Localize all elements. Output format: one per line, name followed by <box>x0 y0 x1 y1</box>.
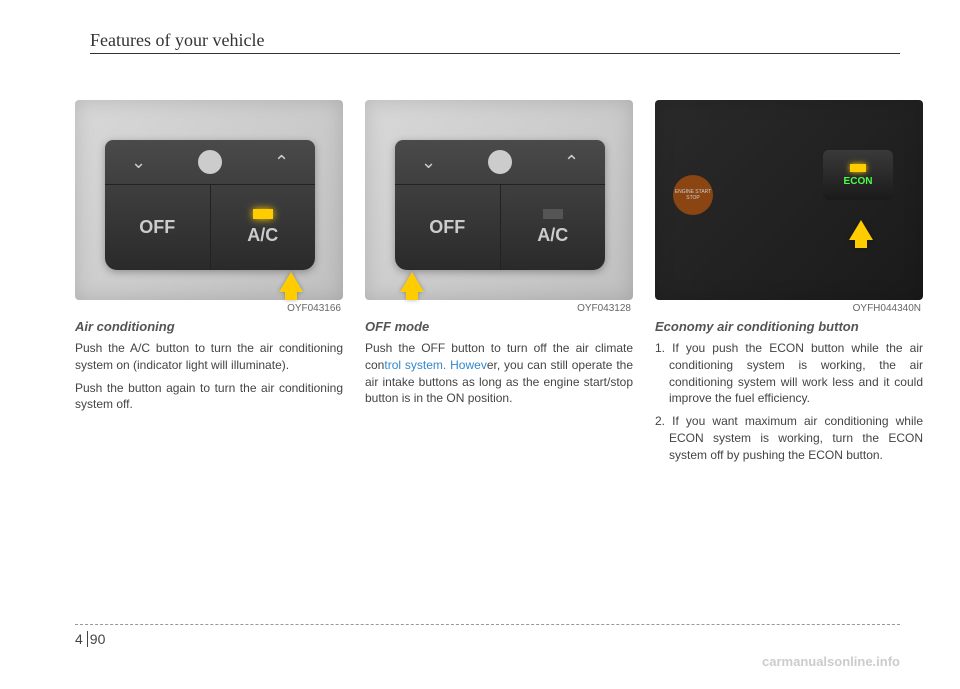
control-panel: ⌄ ⌃ OFF A/C <box>105 140 315 270</box>
chevron-down-icon: ⌄ <box>131 152 146 173</box>
column-economy-ac: ENGINE START STOP ECON OYFH044340N Econo… <box>655 100 923 470</box>
off-label: OFF <box>139 217 175 238</box>
ac-indicator-light-off <box>543 209 563 219</box>
econ-indicator-light <box>850 164 866 172</box>
off-label: OFF <box>429 217 465 238</box>
list-item: 1. If you push the ECON button while the… <box>655 340 923 407</box>
page-header: Features of your vehicle <box>90 30 900 54</box>
ac-indicator-light <box>253 209 273 219</box>
paragraph: Push the OFF button to turn off the air … <box>365 340 633 407</box>
off-button: OFF <box>105 185 211 270</box>
page-footer: 490 <box>75 624 900 649</box>
list-item: 2. If you want maximum air conditioning … <box>655 413 923 463</box>
fan-icon <box>488 150 512 174</box>
arrow-pointer-icon <box>279 272 303 292</box>
column-air-conditioning: ⌄ ⌃ OFF A/C OYF043166 Air conditioning P <box>75 100 343 470</box>
arrow-pointer-icon <box>400 272 424 292</box>
page-number-value: 90 <box>90 631 106 647</box>
off-button: OFF <box>395 185 501 270</box>
fan-icon <box>198 150 222 174</box>
chevron-down-icon: ⌄ <box>421 152 436 173</box>
ac-button: A/C <box>501 185 606 270</box>
image-code: OYF043128 <box>365 303 633 314</box>
section-title: OFF mode <box>365 319 633 334</box>
ac-panel-image: ⌄ ⌃ OFF A/C <box>75 100 343 300</box>
arrow-pointer-icon <box>849 220 873 240</box>
off-panel-image: ⌄ ⌃ OFF A/C <box>365 100 633 300</box>
fan-control-row: ⌄ ⌃ <box>105 140 315 185</box>
econ-panel-image: ENGINE START STOP ECON <box>655 100 923 300</box>
column-off-mode: ⌄ ⌃ OFF A/C OYF043128 OFF mode Pu <box>365 100 633 470</box>
page-title: Features of your vehicle <box>90 30 264 50</box>
image-code: OYF043166 <box>75 303 343 314</box>
ac-label: A/C <box>537 225 568 246</box>
footer-brand: carmanualsonline.info <box>762 654 900 669</box>
chevron-up-icon: ⌃ <box>564 152 579 173</box>
paragraph: Push the button again to turn the air co… <box>75 380 343 414</box>
ac-button: A/C <box>211 185 316 270</box>
content-area: ⌄ ⌃ OFF A/C OYF043166 Air conditioning P <box>75 100 900 470</box>
button-row: OFF A/C <box>395 185 605 270</box>
section-number: 4 <box>75 631 88 647</box>
button-row: OFF A/C <box>105 185 315 270</box>
section-title: Economy air conditioning button <box>655 319 923 334</box>
engine-start-stop-button: ENGINE START STOP <box>673 175 713 215</box>
section-title: Air conditioning <box>75 319 343 334</box>
watermark-text: trol system. Howev <box>384 358 486 372</box>
econ-button: ECON <box>823 150 893 200</box>
paragraph: Push the A/C button to turn the air cond… <box>75 340 343 374</box>
econ-label: ECON <box>844 176 873 187</box>
page-number: 490 <box>75 631 105 647</box>
chevron-up-icon: ⌃ <box>274 152 289 173</box>
fan-control-row: ⌄ ⌃ <box>395 140 605 185</box>
image-code: OYFH044340N <box>655 303 923 314</box>
control-panel: ⌄ ⌃ OFF A/C <box>395 140 605 270</box>
ac-label: A/C <box>247 225 278 246</box>
